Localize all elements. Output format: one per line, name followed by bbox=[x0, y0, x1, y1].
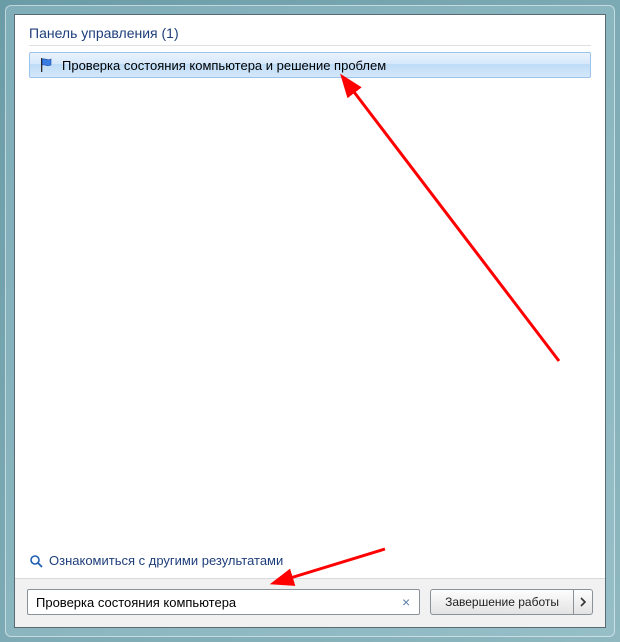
search-results-area: Панель управления (1) Проверка состояния… bbox=[15, 15, 605, 542]
more-results-link[interactable]: Ознакомиться с другими результатами bbox=[15, 542, 605, 578]
result-item-label: Проверка состояния компьютера и решение … bbox=[62, 58, 386, 73]
clear-search-icon[interactable]: × bbox=[397, 593, 415, 611]
aero-window-frame: Панель управления (1) Проверка состояния… bbox=[5, 5, 615, 637]
shutdown-options-arrow[interactable] bbox=[573, 589, 593, 615]
bottom-bar: × Завершение работы bbox=[15, 578, 605, 627]
results-spacer bbox=[29, 78, 591, 536]
more-results-label: Ознакомиться с другими результатами bbox=[49, 553, 283, 568]
search-input[interactable] bbox=[36, 595, 397, 610]
shutdown-split-button: Завершение работы bbox=[430, 589, 593, 615]
search-input-wrapper[interactable]: × bbox=[27, 589, 420, 615]
search-icon bbox=[29, 554, 43, 568]
annotation-arrow-1 bbox=[339, 76, 579, 376]
start-menu-search-panel: Панель управления (1) Проверка состояния… bbox=[14, 14, 606, 628]
result-item-action-center[interactable]: Проверка состояния компьютера и решение … bbox=[29, 52, 591, 78]
shutdown-button[interactable]: Завершение работы bbox=[430, 589, 573, 615]
section-header-control-panel: Панель управления (1) bbox=[29, 25, 591, 46]
flag-icon bbox=[38, 57, 54, 73]
